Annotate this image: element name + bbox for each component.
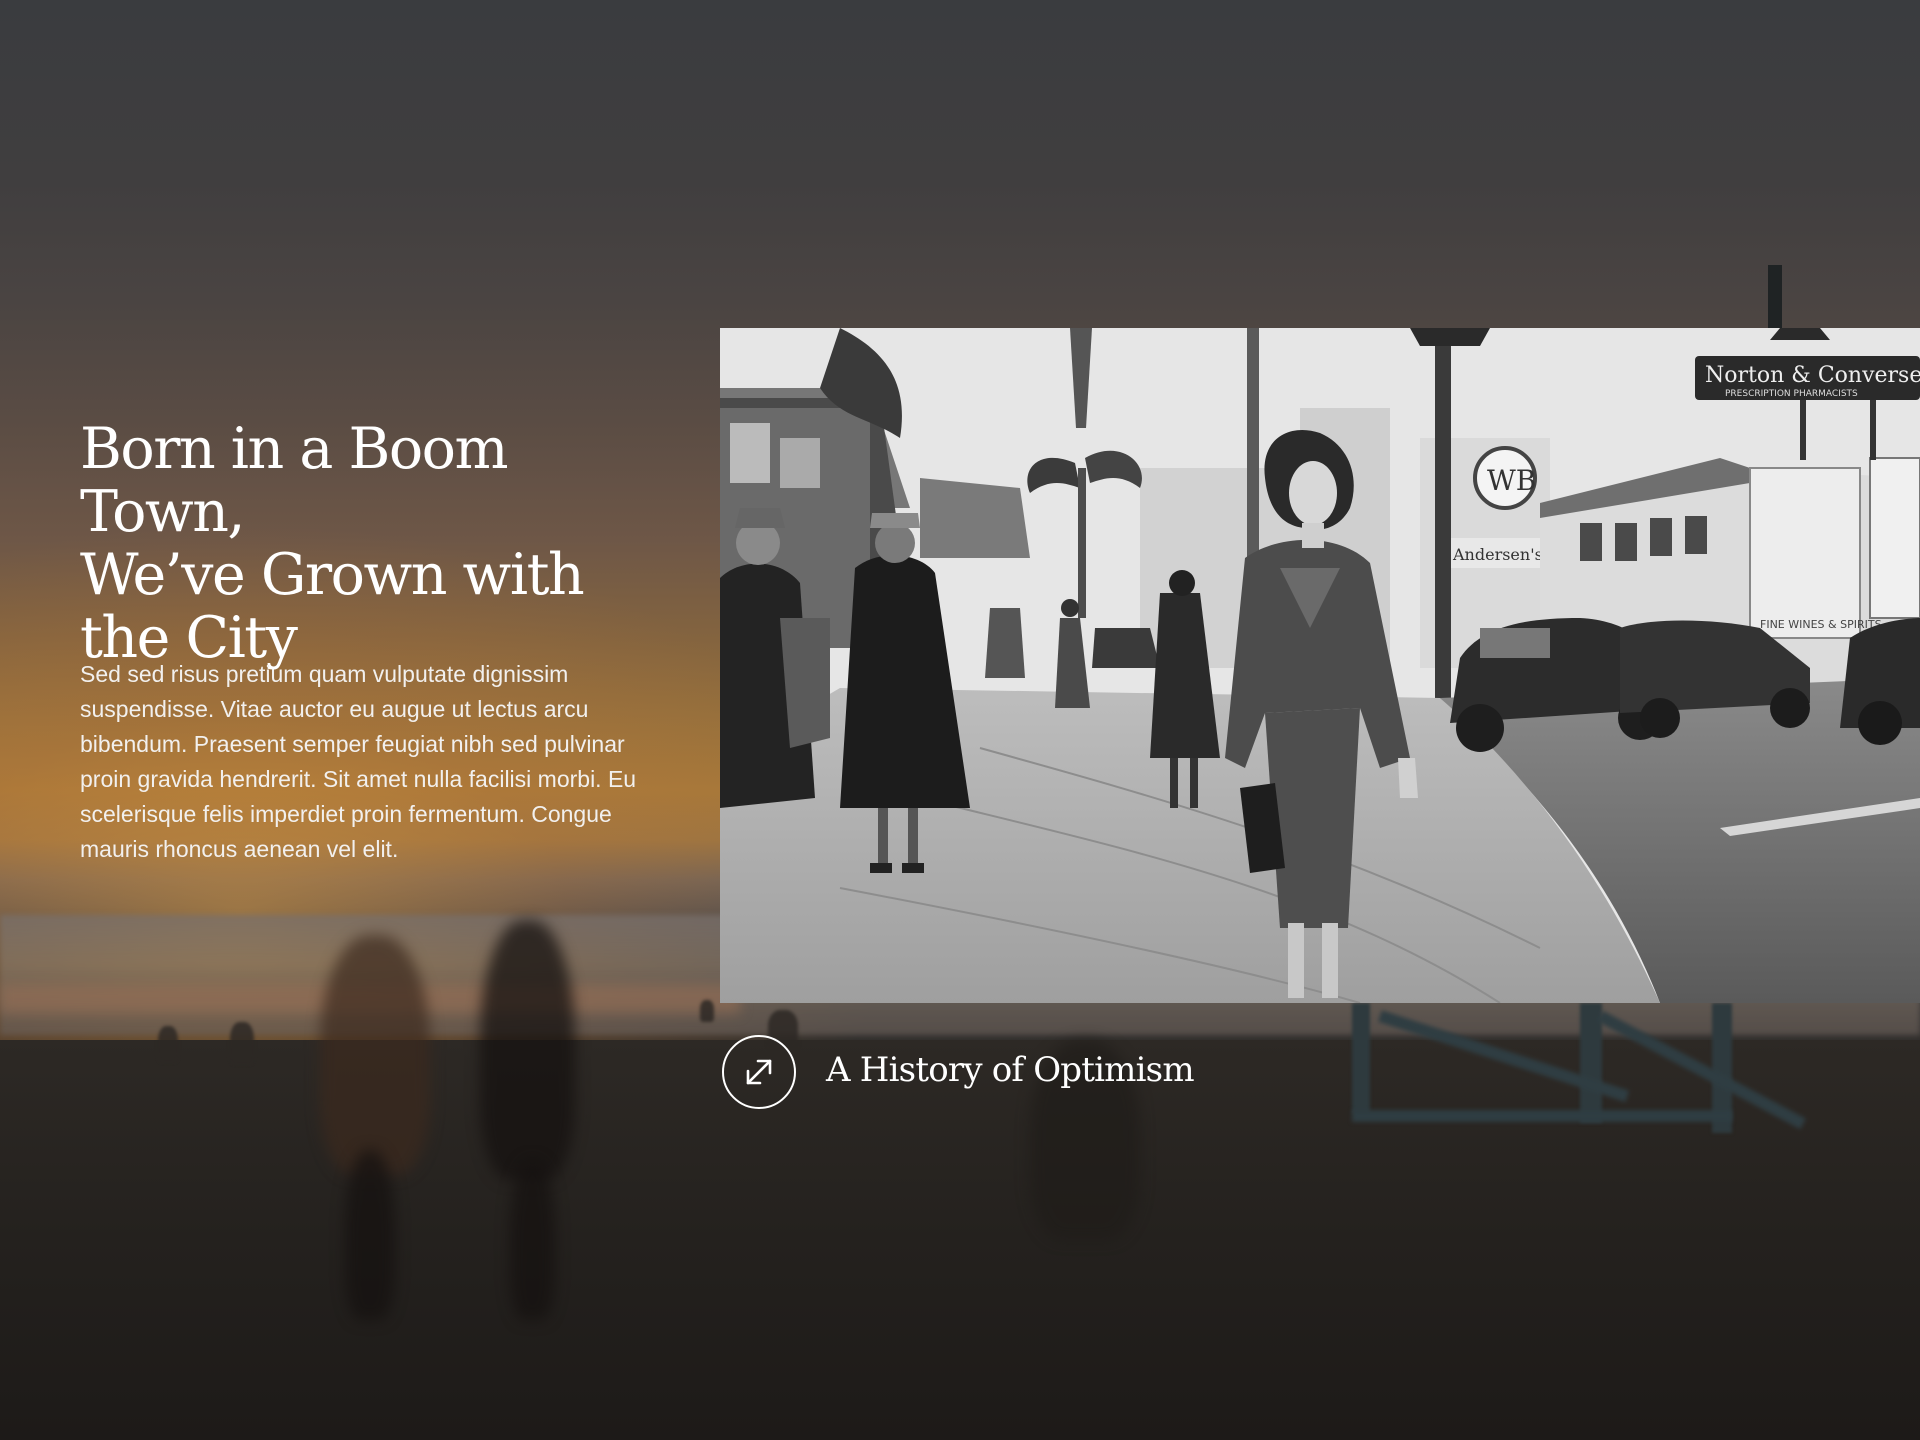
sand [0,1040,1920,1440]
blurred-person [320,935,430,1175]
blurred-person-legs [510,1160,555,1320]
distant-person [700,1000,714,1022]
wb-sign: WB [1487,464,1536,497]
vintage-street-photo: WB Andersen's FINE WINES & SPIRITS Norto… [720,328,1920,1003]
distant-person [158,1026,178,1062]
page-title: Born in a Boom Town, We’ve Grown with th… [80,418,680,670]
pharmacy-sign: Norton & Converse [1705,363,1920,388]
title-line: We’ve Grown with [80,542,585,608]
body-paragraph: Sed sed risus pretium quam vulputate dig… [80,661,637,862]
photo-caption: A History of Optimism [826,1050,1195,1090]
tower-mast [1768,265,1782,329]
pharmacy-subsign: PRESCRIPTION PHARMACISTS [1725,389,1858,399]
blurred-person [480,920,575,1180]
blurred-person-legs [345,1150,395,1320]
distant-person [230,1022,254,1064]
expand-arrows-icon [746,1059,772,1085]
expand-button[interactable] [722,1035,796,1109]
store-sign: Andersen's [1452,545,1543,564]
wines-sign: FINE WINES & SPIRITS [1760,618,1882,631]
title-line: Born in a Boom Town, [80,416,509,545]
lifeguard-tower-post [1352,1003,1370,1113]
lifeguard-tower-beam [1352,1110,1732,1122]
photo-illustration: WB Andersen's FINE WINES & SPIRITS Norto… [720,328,1920,1003]
